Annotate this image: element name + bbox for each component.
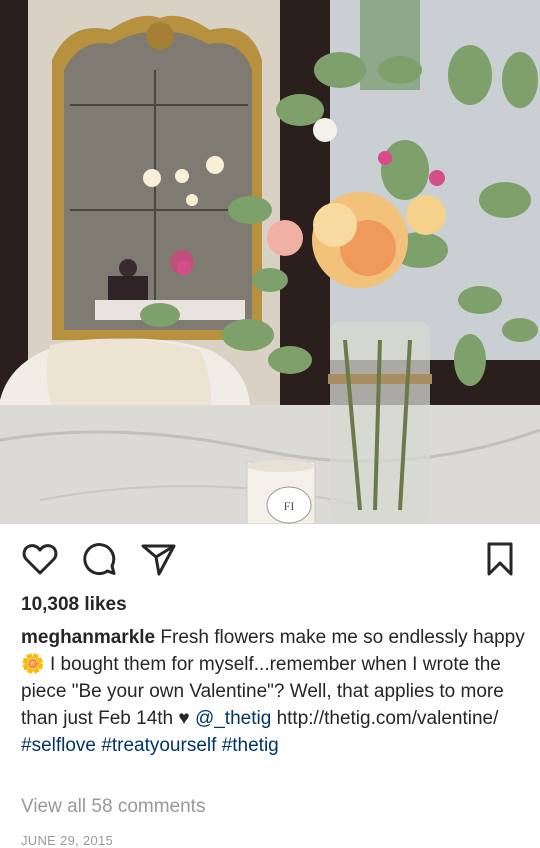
post-date: JUNE 29, 2015 xyxy=(21,833,114,848)
flower-emoji-icon: 🌼 xyxy=(21,654,45,675)
candle-label: FI xyxy=(284,499,295,513)
caption-username[interactable]: meghanmarkle xyxy=(21,627,155,648)
url-link[interactable]: http://thetig.com/valentine/ xyxy=(277,708,499,729)
flowers-photo-illustration: FI xyxy=(0,0,540,524)
view-all-comments-link[interactable]: View all 58 comments xyxy=(21,796,205,818)
paper-plane-icon[interactable] xyxy=(138,539,178,579)
bookmark-icon[interactable] xyxy=(480,539,520,579)
mention-link[interactable]: @_thetig xyxy=(195,708,271,729)
caption-text: Fresh flowers make me so endlessly happy xyxy=(160,627,525,648)
hashtag-link[interactable]: #treatyourself xyxy=(101,735,216,756)
post-caption: meghanmarkle Fresh flowers make me so en… xyxy=(21,624,526,759)
hashtag-link[interactable]: #selflove xyxy=(21,735,96,756)
hashtag-link[interactable]: #thetig xyxy=(222,735,279,756)
heart-icon[interactable] xyxy=(20,539,60,579)
post-photo[interactable]: FI xyxy=(0,0,540,524)
likes-count[interactable]: 10,308 likes xyxy=(21,594,127,616)
post-actions-bar xyxy=(0,524,540,592)
comment-bubble-icon[interactable] xyxy=(79,539,119,579)
heart-glyph-icon: ♥ xyxy=(178,708,190,729)
